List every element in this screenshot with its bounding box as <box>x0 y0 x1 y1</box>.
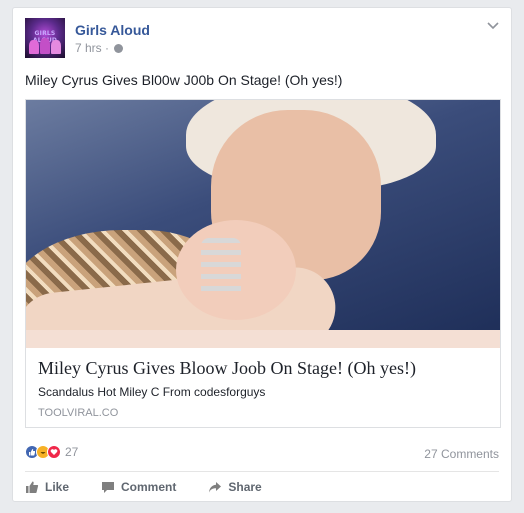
actions-divider <box>25 471 499 472</box>
chevron-down-icon[interactable] <box>485 18 501 34</box>
post-text: Miley Cyrus Gives Bl00w J00b On Stage! (… <box>25 72 343 88</box>
like-label: Like <box>45 480 70 494</box>
page-avatar[interactable]: GIRLS ALOUD <box>25 18 65 58</box>
comments-count[interactable]: 27 Comments <box>424 447 499 461</box>
love-reaction-icon <box>47 445 61 459</box>
link-preview-image[interactable] <box>26 100 500 348</box>
comment-icon <box>102 482 115 493</box>
share-label: Share <box>228 480 262 494</box>
page-name-link[interactable]: Girls Aloud <box>75 22 150 38</box>
link-title[interactable]: Miley Cyrus Gives Bloow Joob On Stage! (… <box>38 358 493 379</box>
post-actions: Like Comment Share <box>25 480 294 494</box>
meta-separator: · <box>105 41 110 55</box>
thumbs-up-icon <box>26 481 39 493</box>
reactions-summary[interactable]: 27 <box>25 445 78 459</box>
link-description: Scandalus Hot Miley C From codesforguys <box>38 385 266 399</box>
share-icon <box>209 482 222 493</box>
post-timestamp[interactable]: 7 hrs <box>75 41 102 55</box>
like-button[interactable]: Like <box>25 480 69 494</box>
reaction-count: 27 <box>65 445 79 459</box>
share-button[interactable]: Share <box>208 480 262 494</box>
comment-label: Comment <box>121 480 177 494</box>
post-card: GIRLS ALOUD Girls Aloud 7 hrs · Miley Cy… <box>12 7 512 502</box>
comment-button[interactable]: Comment <box>101 480 176 494</box>
post-meta: 7 hrs · <box>75 41 124 55</box>
globe-icon[interactable] <box>114 44 124 53</box>
link-preview[interactable]: Miley Cyrus Gives Bloow Joob On Stage! (… <box>25 99 501 428</box>
link-domain: TOOLVIRAL.CO <box>38 407 119 419</box>
